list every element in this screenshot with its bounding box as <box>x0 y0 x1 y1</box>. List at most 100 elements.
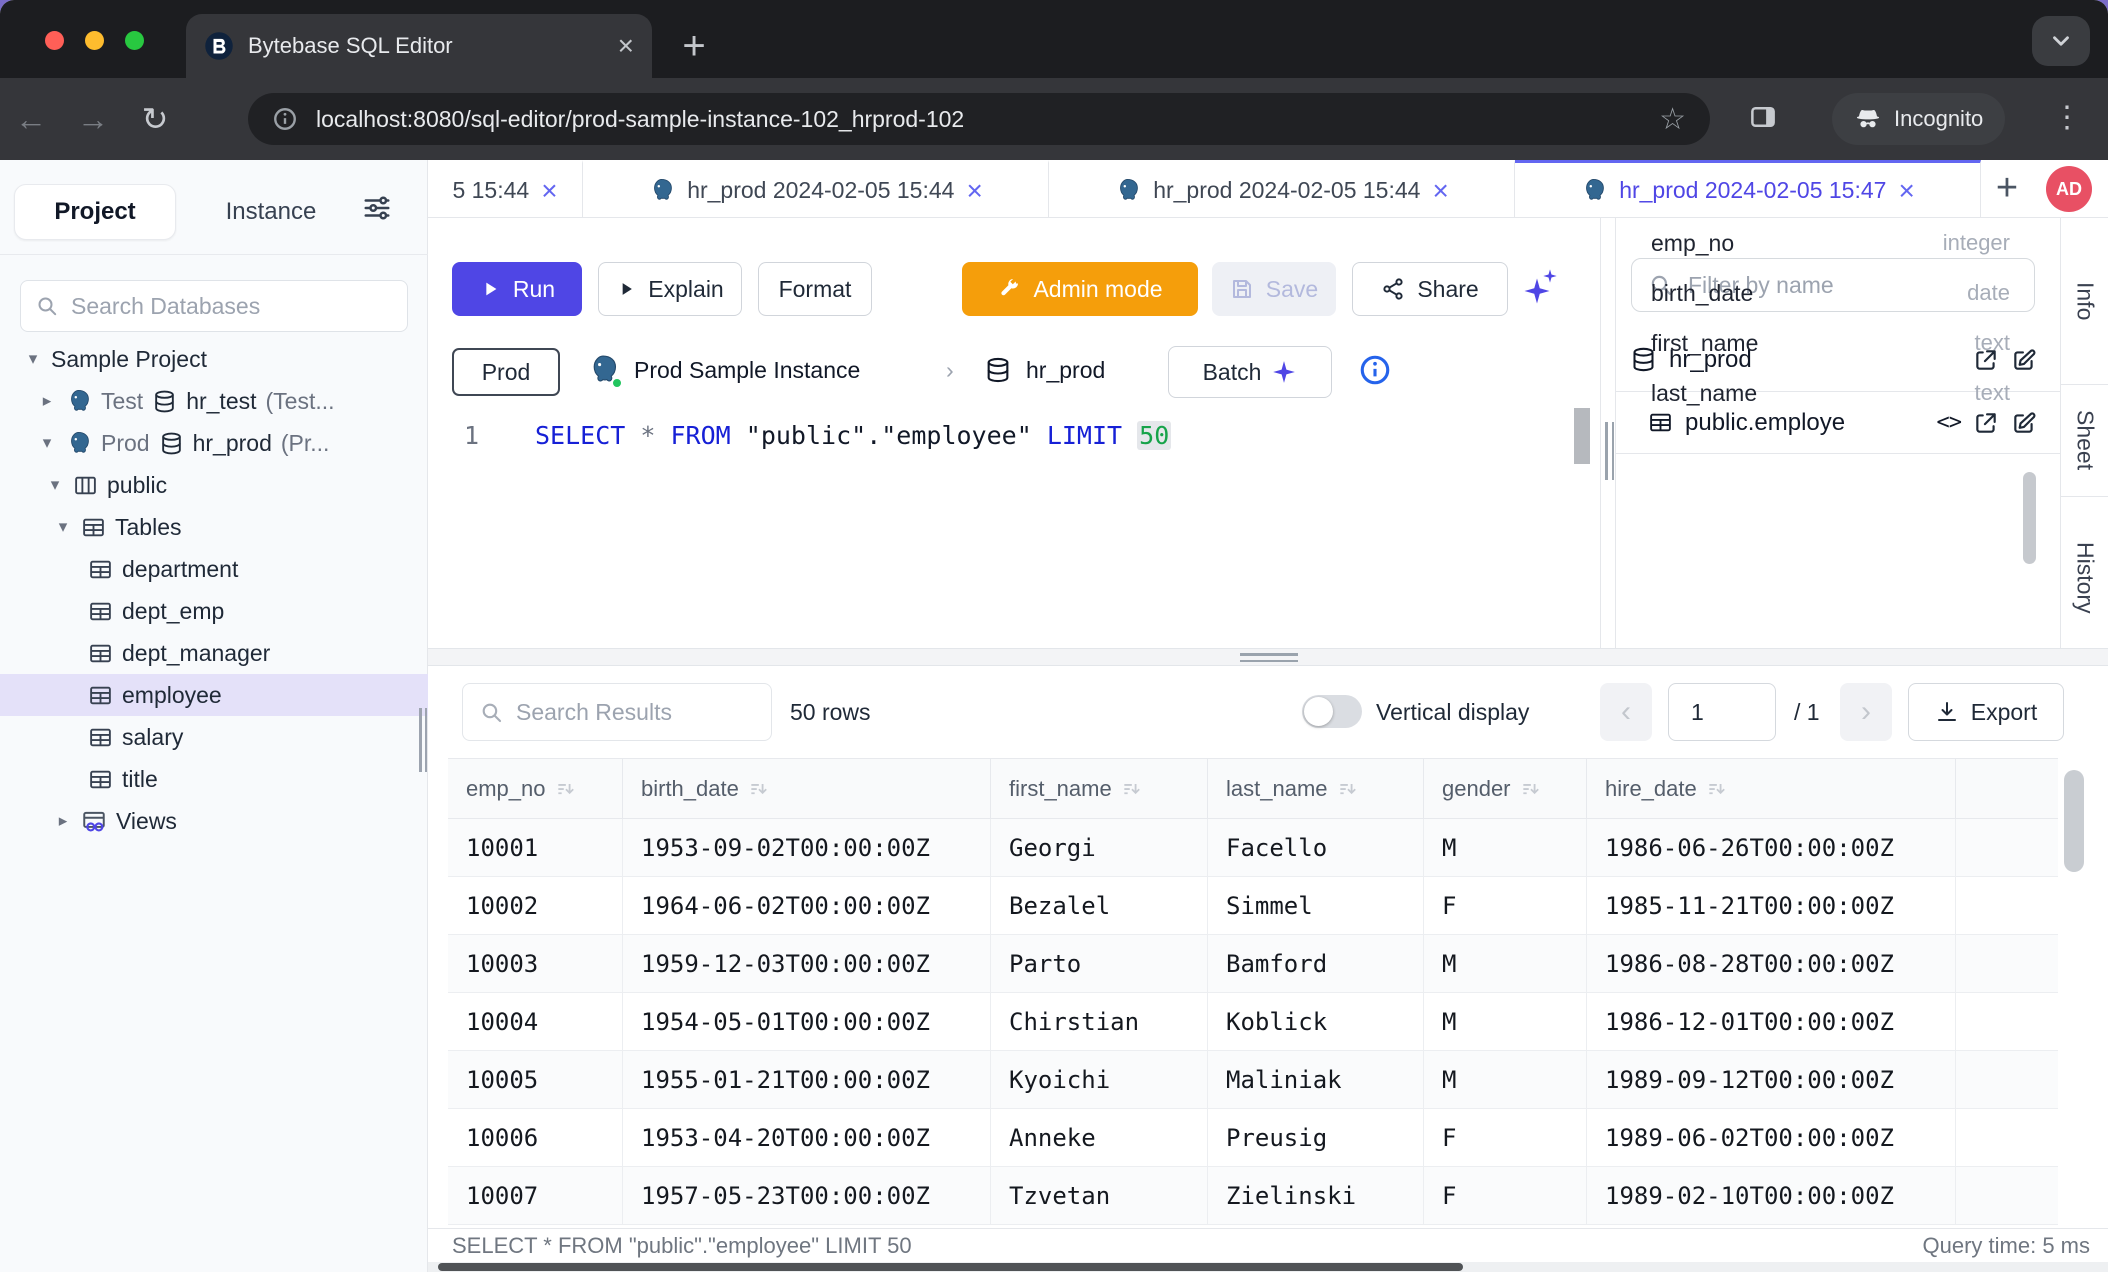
worksheet-tab-3[interactable]: hr_prod 2024-02-05 15:44× <box>1049 160 1515 218</box>
tree-item-views-group[interactable]: ▸ Views <box>0 800 428 842</box>
column-header-birth-date[interactable]: birth_date <box>623 759 991 818</box>
column-header-emp-no[interactable]: emp_no <box>448 759 623 818</box>
caret-right-icon[interactable]: ▸ <box>38 391 56 411</box>
sort-icon[interactable] <box>1520 779 1540 799</box>
browser-window: Bytebase SQL Editor × + ← → ↻ localhost:… <box>0 0 2108 1272</box>
search-databases-input[interactable]: Search Databases <box>20 280 408 332</box>
worksheet-tab-2[interactable]: hr_prod 2024-02-05 15:44× <box>583 160 1049 218</box>
panel-resize-handle[interactable] <box>1605 422 1614 480</box>
forward-button[interactable]: → <box>62 101 124 138</box>
close-icon[interactable]: × <box>541 177 557 205</box>
admin-mode-button[interactable]: Admin mode <box>962 262 1198 316</box>
column-row[interactable]: birth_date date <box>1616 268 2036 318</box>
sort-icon[interactable] <box>555 779 575 799</box>
caret-down-icon[interactable]: ▾ <box>38 433 56 453</box>
tab-project[interactable]: Project <box>14 184 176 240</box>
worksheet-tab-1[interactable]: 5 15:44× <box>428 160 583 218</box>
sort-icon[interactable] <box>748 779 768 799</box>
sidebar-resize-handle[interactable] <box>419 708 428 772</box>
tab-info[interactable]: Info <box>2061 218 2108 385</box>
filter-settings-icon[interactable] <box>362 193 392 223</box>
column-header-last-name[interactable]: last_name <box>1208 759 1424 818</box>
new-tab-button[interactable]: + <box>666 18 722 74</box>
vertical-display-toggle[interactable] <box>1302 695 1362 728</box>
caret-down-icon[interactable]: ▾ <box>54 517 72 537</box>
reload-button[interactable]: ↻ <box>124 100 186 138</box>
new-worksheet-button[interactable]: + <box>1981 160 2033 217</box>
database-name[interactable]: hr_prod <box>1026 335 1105 405</box>
table-row[interactable]: 10002 1964-06-02T00:00:00Z Bezalel Simme… <box>448 877 2058 935</box>
tree-item-schema-public[interactable]: ▾ public <box>0 464 428 506</box>
column-row[interactable]: last_name text <box>1616 368 2036 418</box>
results-scrollbar[interactable] <box>2064 770 2084 872</box>
table-row[interactable]: 10001 1953-09-02T00:00:00Z Georgi Facell… <box>448 819 2058 877</box>
site-info-icon[interactable] <box>272 106 298 132</box>
table-row[interactable]: 10004 1954-05-01T00:00:00Z Chirstian Kob… <box>448 993 2058 1051</box>
browser-tab[interactable]: Bytebase SQL Editor × <box>186 14 652 78</box>
batch-button[interactable]: Batch <box>1168 346 1332 398</box>
table-row[interactable]: 10006 1953-04-20T00:00:00Z Anneke Preusi… <box>448 1109 2058 1167</box>
tab-sheet[interactable]: Sheet <box>2061 385 2108 497</box>
run-button[interactable]: Run <box>452 262 582 316</box>
column-header-first-name[interactable]: first_name <box>991 759 1208 818</box>
sort-icon[interactable] <box>1337 779 1357 799</box>
tab-history[interactable]: History <box>2061 497 2108 660</box>
close-icon[interactable]: × <box>1898 177 1914 205</box>
column-row[interactable]: emp_no integer <box>1616 218 2036 268</box>
caret-right-icon[interactable]: ▸ <box>54 811 72 831</box>
editor-scrollbar[interactable] <box>1574 408 1590 464</box>
tree-item-hr-prod[interactable]: ▾ Prod hr_prod (Pr... <box>0 422 428 464</box>
format-button[interactable]: Format <box>758 262 872 316</box>
table-row[interactable]: 10005 1955-01-21T00:00:00Z Kyoichi Malin… <box>448 1051 2058 1109</box>
browser-menu-icon[interactable]: ⋮ <box>2052 100 2082 135</box>
column-header-gender[interactable]: gender <box>1424 759 1587 818</box>
bookmark-star-icon[interactable]: ☆ <box>1659 102 1686 137</box>
share-button[interactable]: Share <box>1352 262 1508 316</box>
column-list-scrollbar[interactable] <box>2023 472 2036 564</box>
tree-item-table-salary[interactable]: salary <box>0 716 428 758</box>
horizontal-scrollbar-thumb[interactable] <box>438 1263 1463 1271</box>
save-button[interactable]: Save <box>1212 262 1336 316</box>
page-number-input[interactable]: 1 <box>1668 683 1776 741</box>
side-panel-icon[interactable] <box>1748 102 1778 132</box>
tab-list-button[interactable] <box>2032 16 2090 66</box>
search-results-input[interactable]: Search Results <box>462 683 772 741</box>
info-icon[interactable] <box>1358 353 1392 387</box>
tree-item-tables-group[interactable]: ▾ Tables <box>0 506 428 548</box>
export-button[interactable]: Export <box>1908 683 2064 741</box>
tree-item-table-title[interactable]: title <box>0 758 428 800</box>
tab-close-icon[interactable]: × <box>618 32 634 60</box>
sql-code-editor[interactable]: 1 SELECT * FROM "public"."employee" LIMI… <box>428 405 1600 648</box>
column-header-hire-date[interactable]: hire_date <box>1587 759 1956 818</box>
user-avatar[interactable]: AD <box>2046 166 2092 212</box>
url-bar[interactable]: localhost:8080/sql-editor/prod-sample-in… <box>248 93 1710 145</box>
tab-instance[interactable]: Instance <box>196 184 346 240</box>
results-resize-handle[interactable] <box>1240 653 1298 666</box>
tree-item-sample-project[interactable]: ▾ Sample Project <box>0 338 428 380</box>
tree-item-table-dept-manager[interactable]: dept_manager <box>0 632 428 674</box>
caret-down-icon[interactable]: ▾ <box>46 475 64 495</box>
ai-assistant-icon[interactable] <box>1518 268 1558 308</box>
close-icon[interactable]: × <box>966 177 982 205</box>
tree-item-table-employee[interactable]: employee <box>0 674 428 716</box>
sort-icon[interactable] <box>1706 779 1726 799</box>
horizontal-scrollbar[interactable] <box>428 1262 2108 1272</box>
tree-item-table-department[interactable]: department <box>0 548 428 590</box>
traffic-light-minimize-button[interactable] <box>85 31 104 50</box>
worksheet-tab-4-active[interactable]: hr_prod 2024-02-05 15:47× <box>1515 160 1981 218</box>
tree-item-hr-test[interactable]: ▸ Test hr_test (Test... <box>0 380 428 422</box>
next-page-button[interactable]: › <box>1840 683 1892 741</box>
column-row[interactable]: first_name text <box>1616 318 2036 368</box>
traffic-light-zoom-button[interactable] <box>125 31 144 50</box>
table-row[interactable]: 10003 1959-12-03T00:00:00Z Parto Bamford… <box>448 935 2058 993</box>
tree-item-table-dept-emp[interactable]: dept_emp <box>0 590 428 632</box>
back-button[interactable]: ← <box>0 101 62 138</box>
caret-down-icon[interactable]: ▾ <box>24 349 42 369</box>
explain-button[interactable]: Explain <box>598 262 742 316</box>
close-icon[interactable]: × <box>1432 177 1448 205</box>
prev-page-button[interactable]: ‹ <box>1600 683 1652 741</box>
table-row[interactable]: 10007 1957-05-23T00:00:00Z Tzvetan Zieli… <box>448 1167 2058 1225</box>
sort-icon[interactable] <box>1121 779 1141 799</box>
instance-name[interactable]: Prod Sample Instance <box>634 335 860 405</box>
traffic-light-close-button[interactable] <box>45 31 64 50</box>
